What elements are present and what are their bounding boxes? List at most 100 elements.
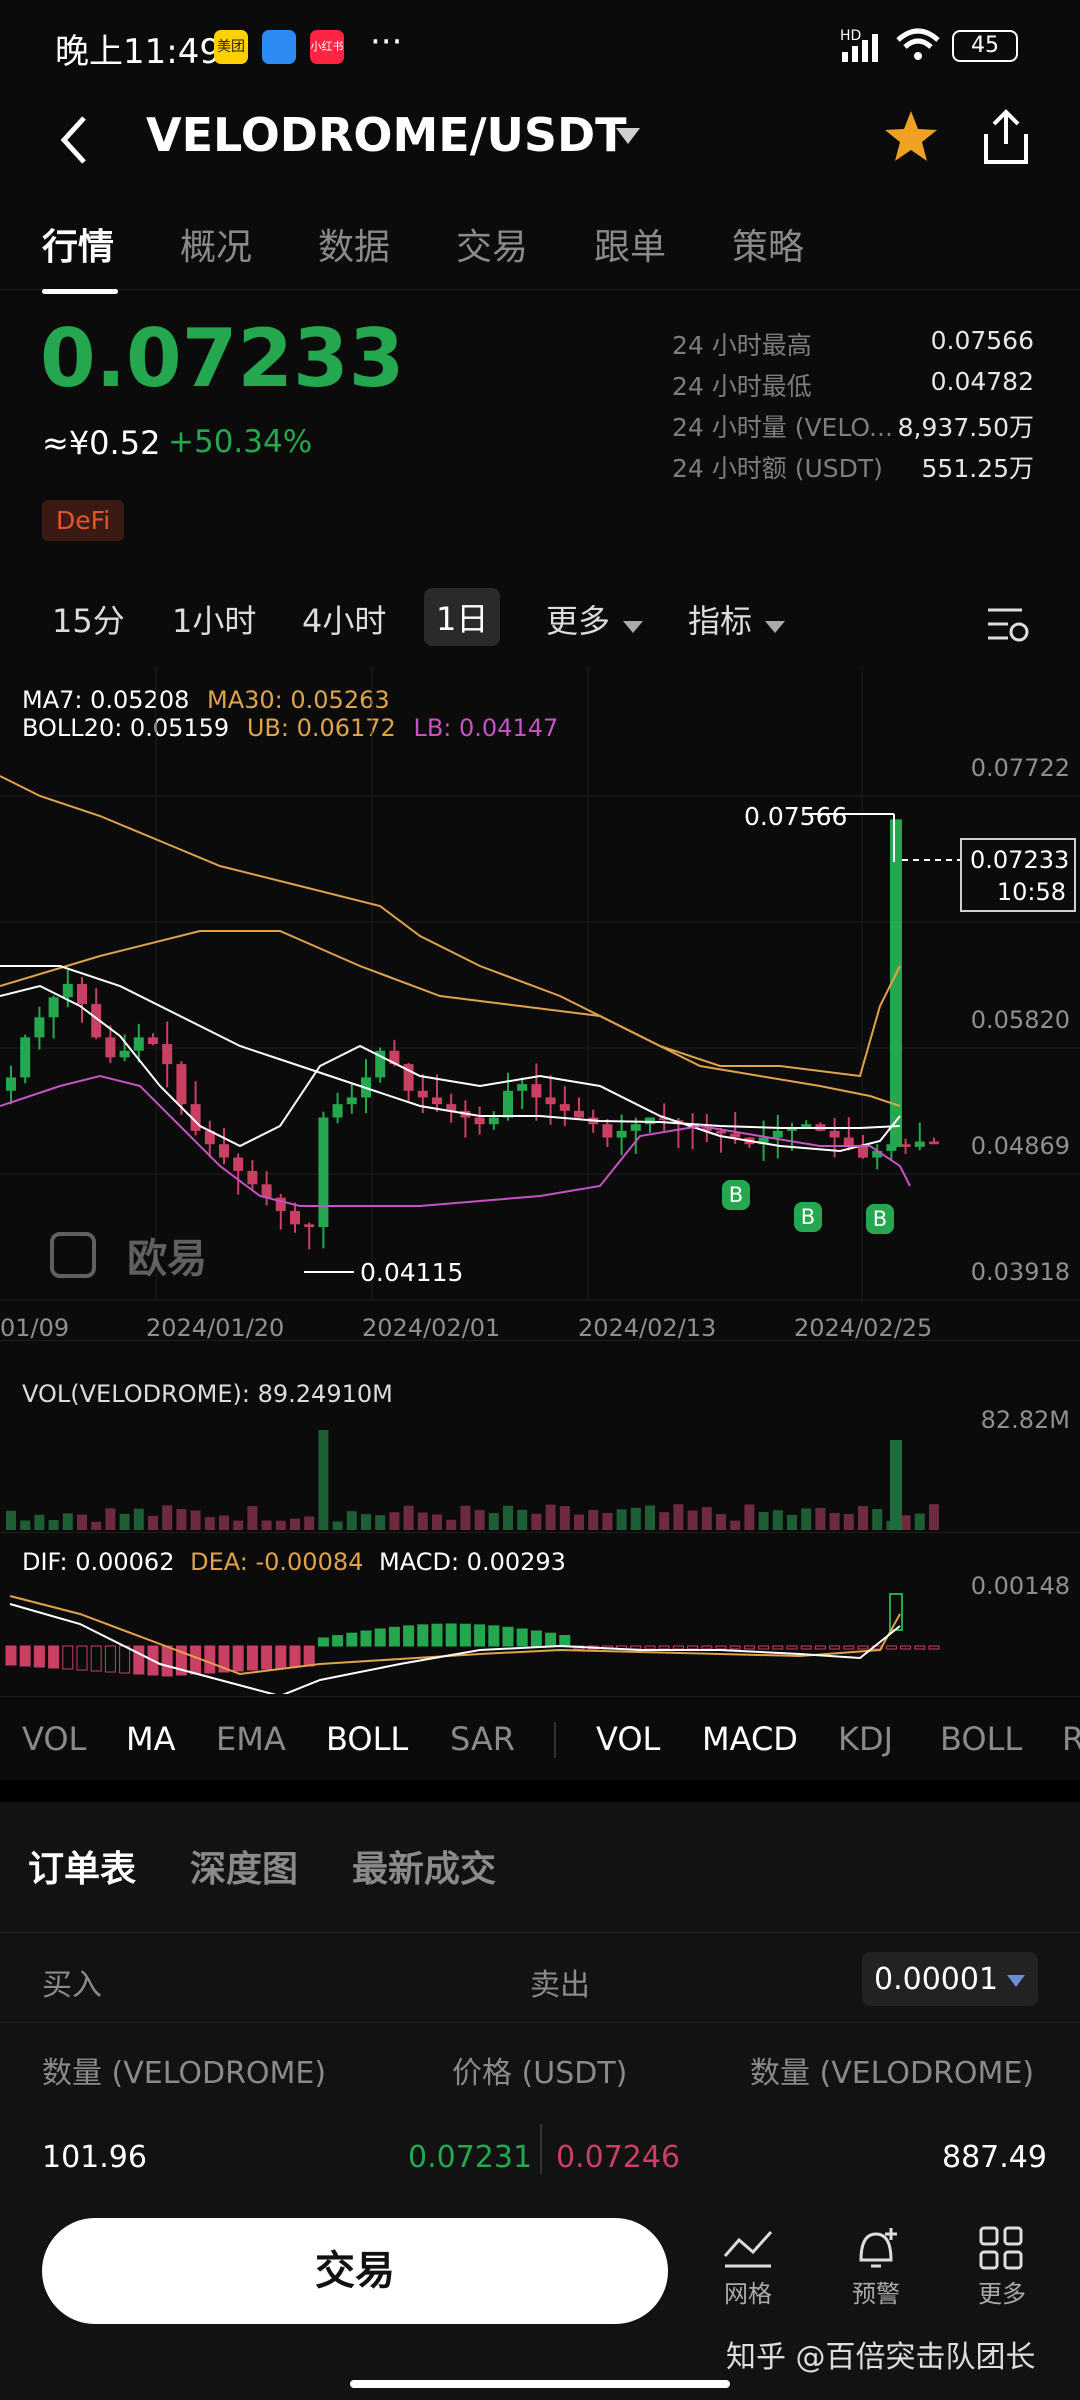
macd-bar xyxy=(502,1626,514,1647)
stat-value: 551.25万 xyxy=(921,454,1034,483)
ind-main-ma[interactable]: MA xyxy=(126,1720,176,1758)
stat-value: 8,937.50万 xyxy=(897,413,1034,442)
volume-bar xyxy=(787,1514,797,1530)
stat-label: 24 小时最低 xyxy=(672,372,812,401)
more-button[interactable]: 更多 xyxy=(972,2226,1032,2309)
ob-tab-orderbook[interactable]: 订单表 xyxy=(28,1840,136,1892)
volume-bar xyxy=(829,1512,840,1530)
volume-bar xyxy=(346,1511,357,1530)
star-icon[interactable] xyxy=(882,108,940,166)
high-flag: 0.07566 xyxy=(744,802,848,831)
xiaohongshu-icon: 小红书 xyxy=(310,30,344,64)
chart-settings-icon[interactable] xyxy=(986,604,1030,644)
alert-button[interactable]: 预警 xyxy=(846,2226,906,2309)
candle-body xyxy=(304,1224,315,1228)
stat-high: 24 小时最高 0.07566 xyxy=(672,326,1034,366)
volume-bar xyxy=(48,1520,59,1530)
candle-body xyxy=(474,1117,485,1125)
volume-bar xyxy=(858,1506,868,1530)
volume-chart[interactable] xyxy=(0,1420,1080,1530)
apps-grid-icon xyxy=(979,2226,1023,2270)
grid-icon xyxy=(723,2230,773,2268)
macd-bar xyxy=(403,1625,415,1647)
buy-marker[interactable]: B xyxy=(866,1204,894,1234)
candle-body xyxy=(332,1104,343,1118)
stat-label: 24 小时最高 xyxy=(672,331,812,360)
macd-bar xyxy=(289,1645,301,1668)
alert-label: 预警 xyxy=(852,2280,900,2308)
buy-marker[interactable]: B xyxy=(794,1202,822,1232)
ind-sub-boll[interactable]: BOLL xyxy=(940,1720,1022,1758)
home-indicator[interactable] xyxy=(350,2380,730,2388)
date-tick: 01/09 xyxy=(0,1314,70,1342)
ind-sub-kdj[interactable]: KDJ xyxy=(838,1720,893,1758)
volume-bar xyxy=(645,1505,655,1530)
watermark-logo: 欧易 xyxy=(50,1226,207,1284)
macd-bar xyxy=(332,1635,344,1647)
pair-dropdown-icon[interactable] xyxy=(614,126,642,146)
ind-main-vol[interactable]: VOL xyxy=(22,1720,86,1758)
candle-body xyxy=(77,983,87,1004)
macd-bar xyxy=(275,1645,287,1669)
candle-body xyxy=(62,983,73,998)
macd-bar xyxy=(303,1645,315,1667)
defi-tag[interactable]: DeFi xyxy=(42,500,125,541)
sell-label: 卖出 xyxy=(530,1968,590,2003)
tab-trade[interactable]: 交易 xyxy=(456,218,528,278)
volume-bar xyxy=(6,1510,16,1530)
back-icon[interactable] xyxy=(54,110,94,170)
ind-main-sar[interactable]: SAR xyxy=(450,1720,515,1758)
precision-select[interactable]: 0.00001 xyxy=(862,1952,1038,2006)
ind-sub-r[interactable]: R xyxy=(1062,1720,1080,1758)
ind-sub-vol[interactable]: VOL xyxy=(596,1720,660,1758)
candle-body xyxy=(219,1144,229,1158)
main-tabs: 行情 概况 数据 交易 跟单 策略 xyxy=(0,208,1080,294)
pair-title[interactable]: VELODROME/USDT xyxy=(146,108,627,162)
period-4h[interactable]: 4小时 xyxy=(302,596,386,642)
tab-strategy[interactable]: 策略 xyxy=(732,218,804,278)
macd-bar xyxy=(104,1645,116,1673)
ob-tab-trades[interactable]: 最新成交 xyxy=(352,1840,496,1892)
watermark-text: 欧易 xyxy=(127,1236,208,1282)
macd-bar xyxy=(417,1624,429,1647)
period-indicator[interactable]: 指标 xyxy=(688,596,752,642)
ob-tab-depth[interactable]: 深度图 xyxy=(190,1840,298,1892)
candle-body xyxy=(119,1050,130,1058)
precision-dropdown-icon xyxy=(1007,1975,1025,1987)
volume-bar xyxy=(162,1505,173,1530)
macd-bar xyxy=(232,1645,244,1672)
grid-button[interactable]: 网格 xyxy=(718,2226,778,2309)
macd-bar xyxy=(885,1645,897,1650)
buy-marker[interactable]: B xyxy=(722,1180,750,1210)
bottom-bar: 交易 网格 预警 更多 知乎 @百倍突击队团长 xyxy=(0,2180,1080,2400)
macd-chart[interactable] xyxy=(0,1584,1080,1694)
volume-bar xyxy=(843,1514,854,1530)
macd-bar xyxy=(459,1623,471,1647)
ind-main-boll[interactable]: BOLL xyxy=(326,1720,408,1758)
macd-bar xyxy=(829,1645,841,1650)
more-label: 更多 xyxy=(978,2280,1026,2308)
macd-bar xyxy=(445,1623,457,1647)
tab-overview[interactable]: 概况 xyxy=(180,218,252,278)
share-icon[interactable] xyxy=(980,108,1032,166)
period-1h[interactable]: 1小时 xyxy=(172,596,256,642)
period-15m[interactable]: 15分 xyxy=(52,596,125,642)
macd-bar xyxy=(5,1645,17,1666)
candle-body xyxy=(176,1064,187,1105)
macd-bar xyxy=(374,1628,386,1647)
ind-main-ema[interactable]: EMA xyxy=(216,1720,286,1758)
macd-bar xyxy=(488,1625,500,1647)
tab-market[interactable]: 行情 xyxy=(42,218,119,294)
period-more[interactable]: 更多 xyxy=(546,596,610,642)
volume-bar xyxy=(772,1510,783,1530)
macd-bar xyxy=(800,1645,812,1650)
volume-bar xyxy=(815,1507,826,1530)
tab-data[interactable]: 数据 xyxy=(318,218,390,278)
tab-copy[interactable]: 跟单 xyxy=(594,218,666,278)
macd-bar xyxy=(928,1645,940,1650)
ind-sub-macd[interactable]: MACD xyxy=(702,1720,798,1758)
trade-button[interactable]: 交易 xyxy=(42,2218,668,2324)
period-1d[interactable]: 1日 xyxy=(424,588,501,646)
candle-body xyxy=(432,1097,442,1105)
volume-bar xyxy=(233,1520,244,1530)
